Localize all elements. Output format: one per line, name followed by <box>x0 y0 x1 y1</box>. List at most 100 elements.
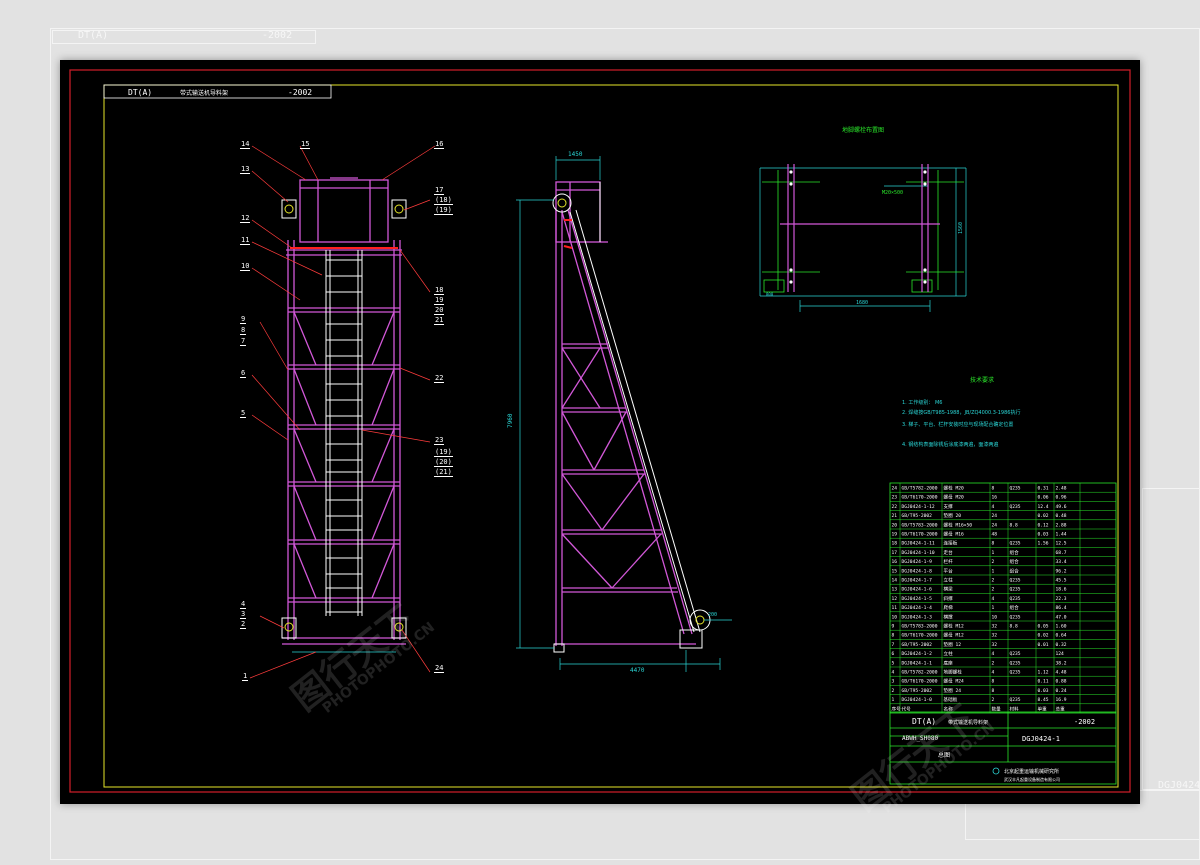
bom-cell: GB/T95-2002 <box>902 642 933 648</box>
bom-cell: 24 <box>892 486 898 492</box>
bom-header-cell: 数量 <box>992 705 1002 712</box>
bom-cell: GB/T6170-2000 <box>902 495 938 501</box>
balloon-left-9: 5 <box>240 409 247 418</box>
bom-cell: 12.4 <box>1038 504 1049 510</box>
bom-cell: 地脚螺栓 <box>944 669 963 676</box>
dim-plan-width: 1680 <box>856 300 868 306</box>
bom-cell: 22.3 <box>1056 596 1067 602</box>
balloon-right-11: (19) <box>434 448 453 457</box>
bom-cell: DGJ0424-1-4 <box>902 605 933 611</box>
bom-cell: 12.5 <box>1056 541 1067 547</box>
bom-cell: 垫圈 12 <box>944 641 962 648</box>
bom-cell: 横梁 <box>944 586 954 593</box>
bom-cell: 0.02 <box>1038 633 1049 639</box>
bom-cell: GB/T5783-2000 <box>902 624 938 630</box>
dim-top-width: 1450 <box>568 151 583 158</box>
note-1: 1. 工作级别： M6 <box>902 399 942 406</box>
balloon-left-3: 11 <box>240 236 251 245</box>
bom-cell: 平台 <box>944 567 954 574</box>
balloon-right-9: 22 <box>434 374 445 383</box>
bom-cell: 24 <box>992 522 998 528</box>
bom-cell: 0.64 <box>1056 633 1067 639</box>
tb-year: -2002 <box>1074 718 1095 726</box>
bom-cell: 16 <box>992 495 998 501</box>
bom-cell: 22 <box>892 504 898 510</box>
note-3: 3. 梯子、平台、栏杆安装时应与现场配合确定位置 <box>902 421 1013 428</box>
bom-cell: 2 <box>992 697 995 703</box>
bom-cell: 组合 <box>1010 604 1020 611</box>
bom-cell: 16.9 <box>1056 697 1067 703</box>
bom-cell: 爬梯 <box>944 604 954 611</box>
bom-cell: 2 <box>992 587 995 593</box>
bom-cell: 9 <box>892 624 895 630</box>
bom-cell: 8 <box>892 633 895 639</box>
bom-cell: 6 <box>892 651 895 657</box>
bom-cell: 47.0 <box>1056 614 1067 620</box>
bom-cell: 8 <box>992 541 995 547</box>
bom-cell: 基础板 <box>944 696 958 703</box>
tb-drawing-no: DGJ0424-1 <box>1022 735 1060 743</box>
bom-cell: 20 <box>892 522 898 528</box>
bom-cell: 组合 <box>1010 549 1020 556</box>
bom-cell: 49.6 <box>1056 504 1067 510</box>
bom-cell: 10 <box>892 614 898 620</box>
balloon-left-8: 6 <box>240 369 247 378</box>
bom-cell: Q235 <box>1010 596 1021 602</box>
bom-cell: DGJ0424-1-9 <box>902 559 933 565</box>
bom-cell: DGJ0424-1-6 <box>902 587 933 593</box>
bom-cell: 2 <box>992 578 995 584</box>
tb-standard: DT(A) <box>912 717 936 726</box>
balloon-right-6: 19 <box>434 296 445 305</box>
bom-cell: 14 <box>892 578 898 584</box>
tb-company-2: 武汉丰凡起重设备制造有限公司 <box>1004 776 1060 782</box>
bom-cell: 2 <box>992 660 995 666</box>
bom-cell: 8.8 <box>1010 624 1019 630</box>
bom-cell: 横撑 <box>944 613 954 620</box>
bom-cell: Q235 <box>1010 587 1021 593</box>
bom-cell: 0.01 <box>1038 642 1049 648</box>
bom-cell: 螺母 M24 <box>944 678 964 685</box>
balloon-right-12: (20) <box>434 458 453 467</box>
balloon-left-4: 10 <box>240 262 251 271</box>
bom-cell: 32 <box>992 633 998 639</box>
bom-cell: 螺母 M20 <box>944 494 964 501</box>
bom-cell: Q235 <box>1010 541 1021 547</box>
bom-cell: 4 <box>992 670 995 676</box>
bom-cell: GB/T5782-2000 <box>902 670 938 676</box>
bom-header-cell: 总重 <box>1056 705 1066 712</box>
tb-model: ABWH_SH080 <box>902 735 939 742</box>
dim-base-len: 4470 <box>630 667 645 674</box>
bom-cell: GB/T95-2002 <box>902 688 933 694</box>
balloon-left-10: 4 <box>240 600 247 609</box>
bom-cell: 124 <box>1056 651 1065 657</box>
bom-cell: 走台 <box>944 549 954 556</box>
bom-cell: 0.05 <box>1038 624 1049 630</box>
bom-cell: 18 <box>892 541 898 547</box>
balloon-left-6: 8 <box>240 326 247 335</box>
bom-cell: 0.31 <box>1038 486 1049 492</box>
bom-cell: 组合 <box>1010 567 1020 574</box>
balloon-left-7: 7 <box>240 337 247 346</box>
bom-cell: 4 <box>992 596 995 602</box>
dim-small-2: 800 <box>766 292 774 297</box>
bom-cell: 68.7 <box>1056 550 1067 556</box>
tech-notes: 技术要求 1. 工作级别： M6 2. 焊缝按GB/T985-1988，JB/Z… <box>902 376 1020 448</box>
bom-table: 24 GB/T5782-2000 螺栓 M20 8 Q235 0.31 2.4823 GB/T… <box>889 482 1117 714</box>
bom-cell: DGJ0424-1-12 <box>902 504 935 510</box>
bom-cell: 栏杆 <box>944 558 954 565</box>
bom-cell: Q235 <box>1010 651 1021 657</box>
bom-cell: 4 <box>992 504 995 510</box>
bg-drawing-no: DGJ0424-1 <box>1158 780 1200 791</box>
bom-cell: DGJ0424-1-0 <box>902 697 933 703</box>
note-2: 2. 焊缝按GB/T985-1988，JB/ZQ4000.3-1986执行 <box>902 409 1020 416</box>
bom-cell: 螺栓 M16×50 <box>944 521 973 528</box>
balloon-right-10: 23 <box>434 436 445 445</box>
bom-cell: DGJ0424-1-11 <box>902 541 935 547</box>
dim-small-1: 200 <box>708 612 717 618</box>
bom-cell: 0.24 <box>1056 688 1067 694</box>
bom-cell: 组合 <box>1010 558 1020 565</box>
bom-cell: 垫圈 20 <box>944 512 962 519</box>
balloon-left-13: 1 <box>242 672 249 681</box>
bom-cell: 螺母 M16 <box>944 531 964 538</box>
bom-cell: 1 <box>892 697 895 703</box>
